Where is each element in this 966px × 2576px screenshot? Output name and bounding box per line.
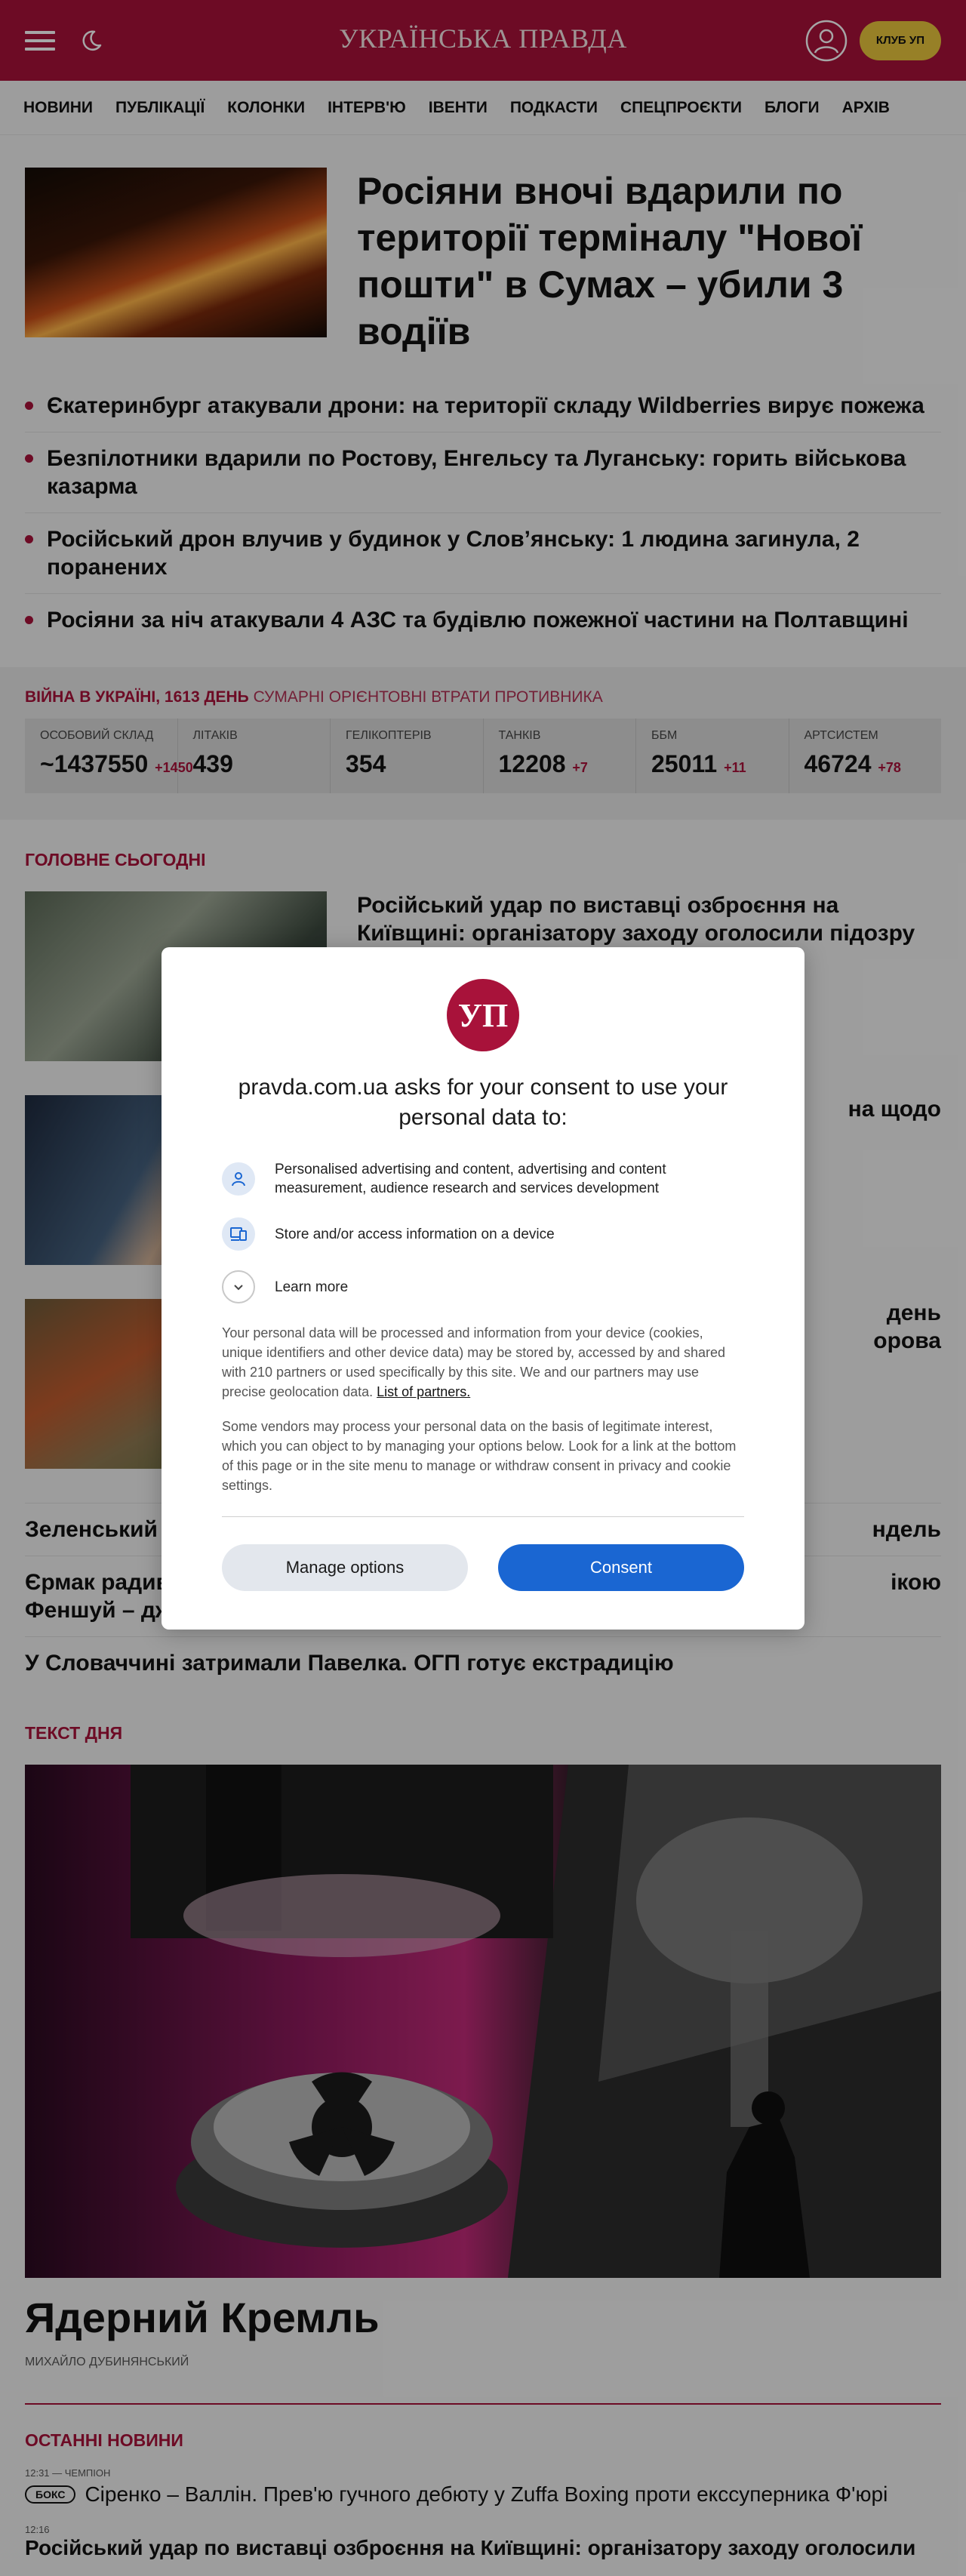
purpose-item: Store and/or access information on a dev… <box>222 1217 744 1251</box>
chevron-down-icon[interactable] <box>222 1270 255 1303</box>
consent-actions: Manage options Consent <box>222 1544 744 1591</box>
learn-more-label[interactable]: Learn more <box>275 1278 348 1297</box>
consent-site-logo: УП <box>447 979 519 1051</box>
consent-button[interactable]: Consent <box>498 1544 744 1591</box>
manage-options-button[interactable]: Manage options <box>222 1544 468 1591</box>
purpose-text: Personalised advertising and content, ad… <box>275 1162 666 1196</box>
learn-more-toggle[interactable]: Learn more <box>222 1270 744 1303</box>
consent-info: Your personal data will be processed and… <box>222 1323 744 1402</box>
partners-link[interactable]: List of partners. <box>377 1384 470 1399</box>
device-icon <box>222 1217 255 1251</box>
consent-info-text: Your personal data will be processed and… <box>222 1325 726 1399</box>
purpose-text: Store and/or access information on a dev… <box>275 1226 555 1242</box>
person-icon <box>222 1162 255 1196</box>
consent-divider <box>222 1516 744 1517</box>
consent-purposes: Personalised advertising and content, ad… <box>222 1160 744 1303</box>
consent-title: pravda.com.ua asks for your consent to u… <box>238 1075 728 1130</box>
consent-legitimate-interest: Some vendors may process your personal d… <box>222 1419 737 1493</box>
consent-dialog: УП pravda.com.ua asks for your consent t… <box>162 947 804 1630</box>
purpose-item: Personalised advertising and content, ad… <box>222 1160 744 1198</box>
